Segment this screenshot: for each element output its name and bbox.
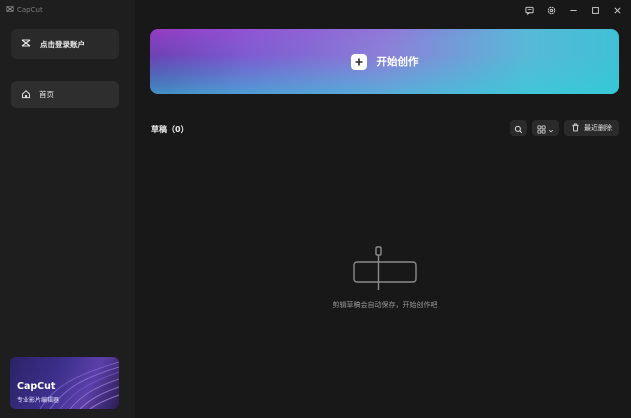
promo-title: CapCut xyxy=(17,381,56,392)
capcut-logo-icon xyxy=(21,38,31,50)
plus-icon xyxy=(350,53,367,70)
close-icon[interactable] xyxy=(611,4,623,16)
capcut-logo-icon xyxy=(6,5,14,15)
start-creating-content: 开始创作 xyxy=(150,29,619,94)
grid-view-icon xyxy=(537,119,546,138)
app-title-text: CapCut xyxy=(17,6,43,14)
sidebar: CapCut 点击登录账户 首页 CapCut 专业影片编辑器 xyxy=(0,0,135,418)
app-title: CapCut xyxy=(6,5,43,15)
sidebar-item-label: 首页 xyxy=(39,90,54,99)
start-creating-button[interactable]: 开始创作 xyxy=(150,29,619,94)
feedback-icon[interactable] xyxy=(523,4,535,16)
sidebar-item-home[interactable]: 首页 xyxy=(11,81,119,108)
window-controls xyxy=(523,4,623,16)
minimize-icon[interactable] xyxy=(567,4,579,16)
login-button[interactable]: 点击登录账户 xyxy=(11,29,119,59)
recently-deleted-button[interactable]: 最近删除 xyxy=(564,120,619,136)
empty-drafts-illustration xyxy=(353,246,417,290)
home-icon xyxy=(21,89,31,101)
drafts-title: 草稿（0） xyxy=(151,125,189,134)
promo-subtitle: 专业影片编辑器 xyxy=(17,397,60,404)
settings-icon[interactable] xyxy=(545,4,557,16)
search-icon xyxy=(514,119,523,138)
view-mode-dropdown[interactable] xyxy=(532,120,559,136)
login-label: 点击登录账户 xyxy=(40,39,85,49)
trash-icon xyxy=(571,123,580,134)
promo-card[interactable]: CapCut 专业影片编辑器 xyxy=(10,357,119,409)
recently-deleted-label: 最近删除 xyxy=(584,124,612,132)
start-creating-label: 开始创作 xyxy=(376,56,419,68)
maximize-icon[interactable] xyxy=(589,4,601,16)
empty-drafts-message: 剪辑草稿会自动保存，开始创作吧 xyxy=(332,301,438,309)
search-button[interactable] xyxy=(510,120,527,136)
chevron-down-icon xyxy=(548,119,554,138)
